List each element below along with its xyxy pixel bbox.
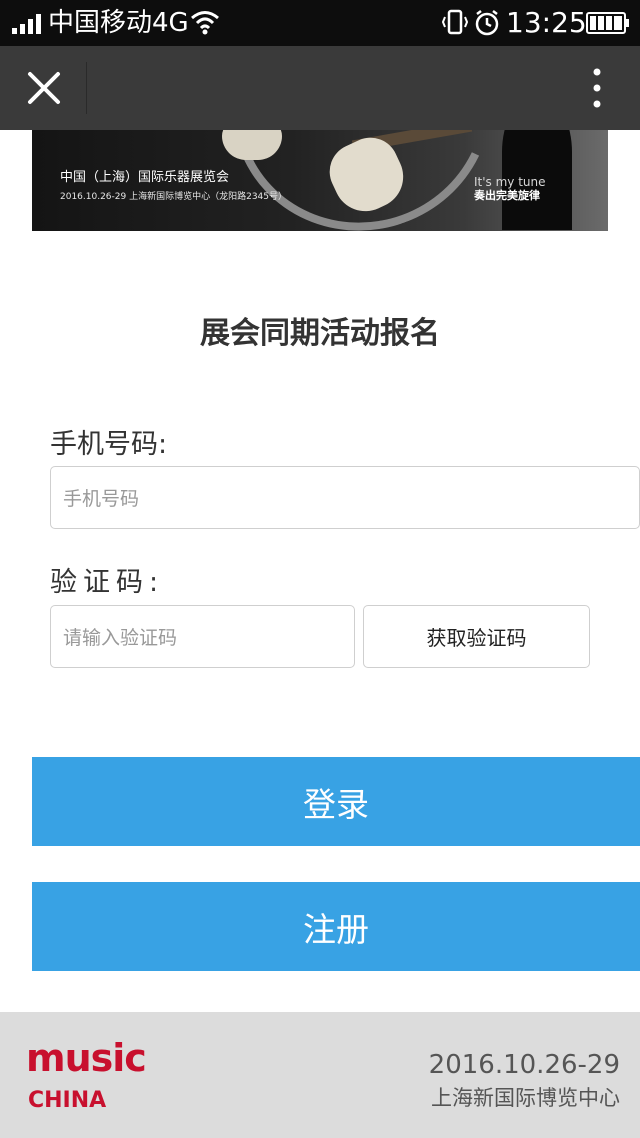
code-label: 验证码: (50, 567, 165, 598)
footer: music CHINA 2016.10.26-29 上海新国际博览中心 (0, 1012, 640, 1138)
top-nav-bar (0, 46, 640, 130)
banner-tagline-cn: 奏出完美旋律 (474, 189, 540, 202)
vibrate-icon (442, 9, 468, 35)
page-title: 展会同期活动报名 (200, 316, 440, 351)
music-china-logo-sub: CHINA (28, 1088, 107, 1113)
phone-label: 手机号码: (50, 429, 168, 460)
event-dates: 2016.10.26-29 (428, 1050, 620, 1080)
phone-input[interactable]: 手机号码 (50, 466, 640, 529)
music-china-logo: music (26, 1036, 147, 1080)
carrier-name: 中国移动4G (48, 8, 189, 38)
get-code-button[interactable]: 获取验证码 (363, 605, 590, 668)
banner-tagline-en: It's my tune (474, 175, 546, 189)
banner-title: 中国（上海）国际乐器展览会 (60, 170, 230, 185)
event-venue: 上海新国际博览中心 (431, 1086, 620, 1110)
verification-code-input[interactable]: 请输入验证码 (50, 605, 355, 668)
signal-icon (12, 14, 42, 34)
login-button[interactable]: 登录 (32, 757, 640, 846)
clock-time: 13:25 (506, 6, 587, 39)
nav-divider (86, 62, 87, 114)
wifi-icon (191, 11, 219, 35)
status-bar: 中国移动4G 13:25 (0, 0, 640, 46)
more-options-icon[interactable] (572, 58, 622, 118)
battery-icon (586, 12, 629, 34)
alarm-icon (475, 10, 499, 36)
register-button[interactable]: 注册 (32, 882, 640, 971)
banner-subtitle: 2016.10.26-29 上海新国际博览中心（龙阳路2345号） (60, 192, 287, 202)
close-icon[interactable] (14, 58, 74, 118)
event-banner: 中国（上海）国际乐器展览会 2016.10.26-29 上海新国际博览中心（龙阳… (32, 130, 608, 231)
